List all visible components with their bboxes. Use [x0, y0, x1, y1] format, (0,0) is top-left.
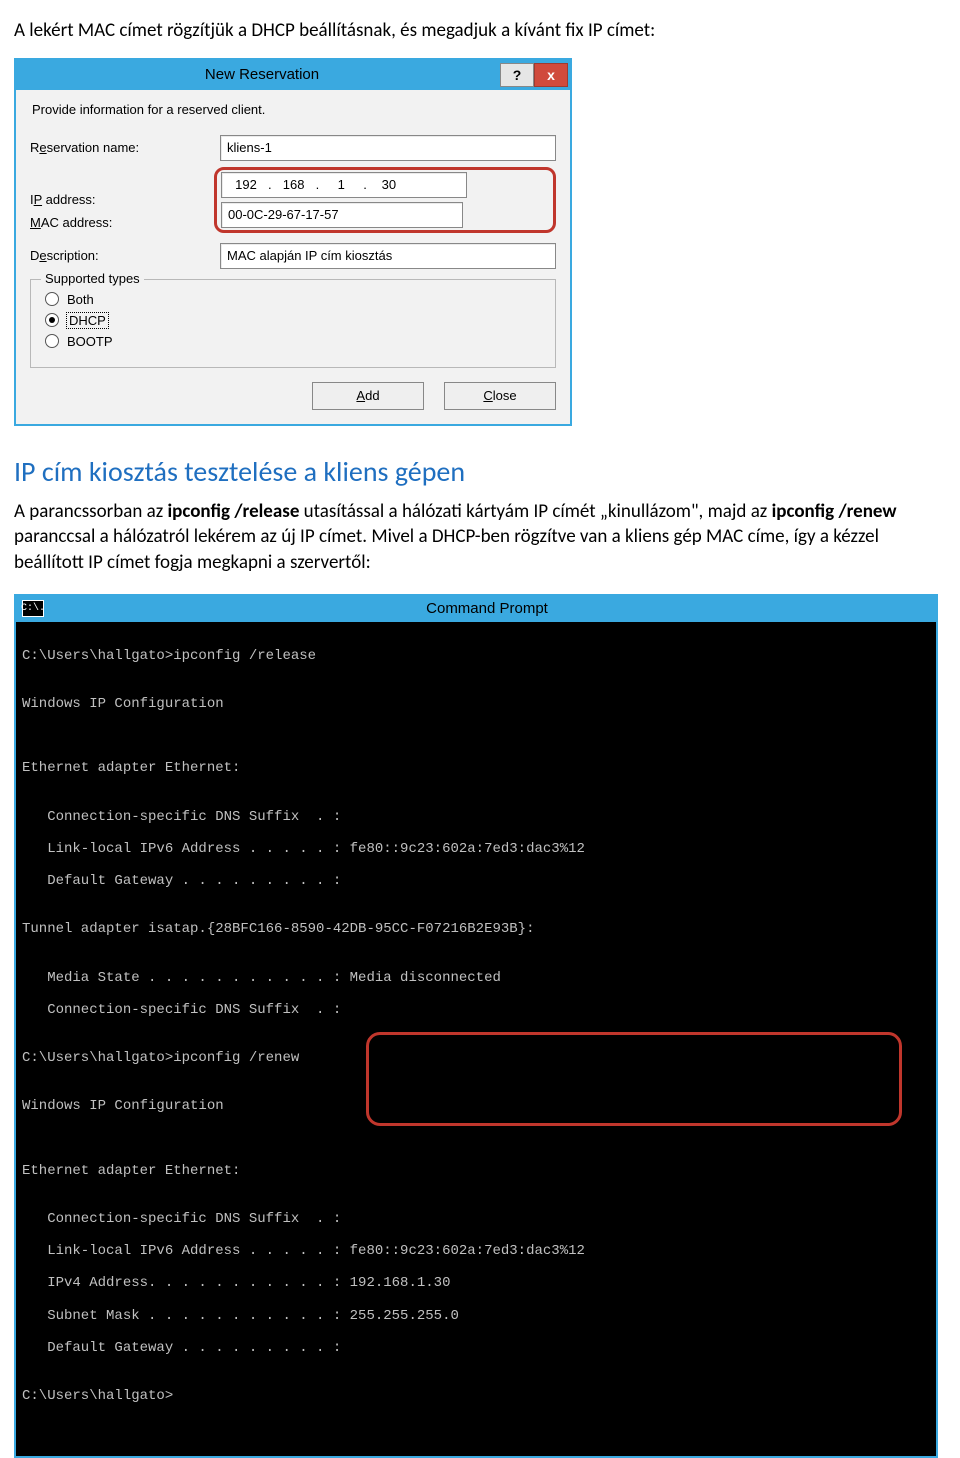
supported-types-group: Supported types Both DHCP BOOTP [30, 279, 556, 368]
radio-icon [45, 292, 59, 306]
mac-address-input[interactable] [221, 202, 463, 228]
ip-address-input[interactable]: 192. 168. 1. 30 [221, 172, 467, 198]
ip-address-label: IP address: [30, 192, 220, 207]
description-label: Description: [30, 248, 220, 263]
intro-paragraph: A lekért MAC címet rögzítjük a DHCP beál… [14, 18, 920, 44]
reservation-name-input[interactable] [220, 135, 556, 161]
cmd-output[interactable]: C:\Users\hallgato>ipconfig /release Wind… [16, 622, 936, 1457]
dialog-description: Provide information for a reserved clien… [32, 102, 556, 117]
radio-dhcp[interactable]: DHCP [45, 313, 541, 328]
dialog-title: New Reservation [24, 66, 500, 83]
command-prompt-window: C:\. Command Prompt C:\Users\hallgato>ip… [14, 594, 938, 1458]
radio-icon [45, 313, 59, 327]
new-reservation-dialog: New Reservation ? x Provide information … [14, 58, 572, 426]
mac-address-label: MAC address: [30, 215, 220, 230]
reservation-name-label: Reservation name: [30, 140, 220, 155]
close-dialog-button[interactable]: Close [444, 382, 556, 410]
cmd-title: Command Prompt [44, 600, 930, 617]
description-input[interactable] [220, 243, 556, 269]
radio-both[interactable]: Both [45, 292, 541, 307]
supported-types-legend: Supported types [41, 271, 144, 286]
cmd-icon: C:\. [22, 600, 44, 617]
radio-icon [45, 334, 59, 348]
explanation-paragraph: A parancssorban az ipconfig /release uta… [14, 499, 920, 576]
section-heading: IP cím kiosztás tesztelése a kliens gépe… [14, 454, 920, 489]
cmd-titlebar: C:\. Command Prompt [16, 596, 936, 622]
radio-bootp[interactable]: BOOTP [45, 334, 541, 349]
add-button[interactable]: Add [312, 382, 424, 410]
ip-mac-highlight: 192. 168. 1. 30 [220, 167, 556, 233]
close-button[interactable]: x [534, 63, 568, 87]
help-button[interactable]: ? [500, 63, 534, 87]
dialog-titlebar: New Reservation ? x [16, 60, 570, 90]
